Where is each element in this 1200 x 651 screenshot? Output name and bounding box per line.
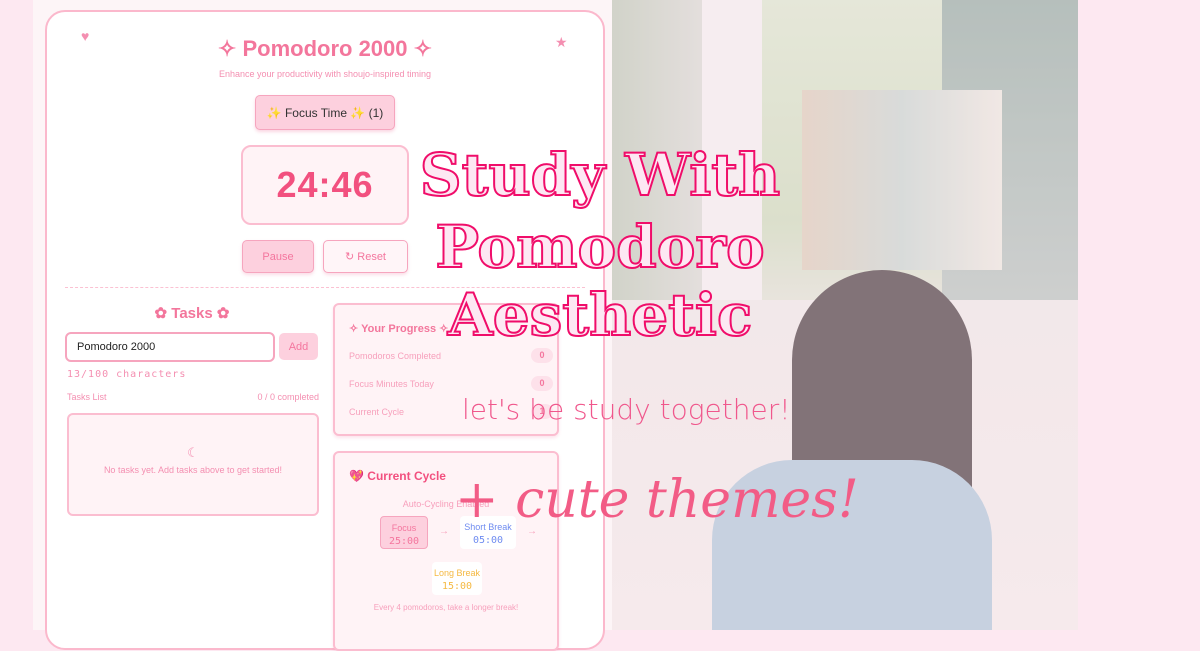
phase-time: 25:00 (388, 536, 420, 547)
pause-button[interactable]: Pause (242, 240, 314, 273)
app-subtitle: Enhance your productivity with shoujo-in… (218, 69, 432, 79)
tagline: let's be study together! (462, 393, 791, 426)
headline-line-1: Study With (419, 140, 781, 210)
char-count: 13/100 characters (67, 369, 187, 380)
phase-time: 05:00 (472, 535, 504, 546)
phase-label: Focus (391, 523, 417, 533)
headline-line-3: Aesthetic (447, 280, 754, 350)
stat-label: Focus Minutes Today (349, 379, 434, 389)
tasks-list-label: Tasks List (67, 392, 107, 402)
stat-label: Pomodoros Completed (349, 351, 442, 361)
phase-long-break: Long Break 15:00 (432, 562, 482, 595)
task-input[interactable]: Pomodoro 2000 (65, 332, 275, 362)
add-task-button[interactable]: Add (279, 333, 318, 360)
tasks-heading: ✿ Tasks ✿ (154, 305, 230, 322)
moon-icon: ☾ (187, 445, 199, 460)
mode-button[interactable]: ✨ Focus Time ✨ (1) (255, 95, 395, 130)
phase-time: 15:00 (441, 581, 473, 592)
headline-line-2: Pomodoro (434, 212, 765, 282)
phase-label: Long Break (433, 568, 481, 578)
stat-value: 0 (531, 376, 553, 391)
app-title: ✧ Pomodoro 2000 ✧ (217, 36, 433, 61)
arrow: → (439, 526, 449, 537)
stat-value: 0 (531, 348, 553, 363)
tasks-empty-state: ☾ No tasks yet. Add tasks above to get s… (67, 413, 319, 516)
phase-focus: Focus 25:00 (380, 516, 428, 549)
cute-themes-text: + cute themes! (455, 470, 859, 530)
tasks-completed-count: 0 / 0 completed (257, 392, 319, 402)
cycle-heading: 💖 Current Cycle (349, 469, 446, 483)
empty-text: No tasks yet. Add tasks above to get sta… (103, 465, 283, 475)
cycle-note: Every 4 pomodoros, take a longer break! (373, 603, 519, 612)
